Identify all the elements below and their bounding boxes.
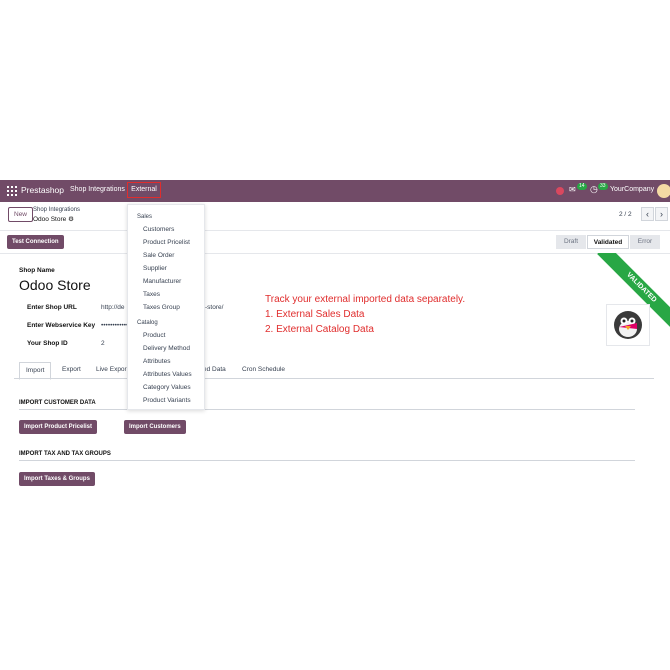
- shop-name-label: Shop Name: [19, 267, 55, 274]
- import-customers-button[interactable]: Import Customers: [124, 420, 186, 434]
- debug-icon[interactable]: [556, 187, 564, 195]
- dropdown-item-sale-order[interactable]: Sale Order: [143, 252, 174, 259]
- dropdown-item-delivery-method[interactable]: Delivery Method: [143, 345, 190, 352]
- top-navbar: Prestashop Shop Integrations External ✉ …: [0, 180, 670, 202]
- prestashop-logo: [606, 304, 650, 346]
- breadcrumb-parent[interactable]: Shop Integrations: [33, 207, 80, 213]
- section-divider: [19, 460, 635, 461]
- shop-id-field[interactable]: 2: [101, 340, 105, 347]
- activity-badge: 33: [598, 183, 608, 190]
- import-tax-heading: IMPORT TAX AND TAX GROUPS: [19, 451, 111, 457]
- annotation-line-1: Track your external imported data separa…: [265, 294, 466, 305]
- shop-id-label: Your Shop ID: [27, 340, 68, 347]
- app-brand[interactable]: Prestashop: [21, 185, 64, 195]
- dropdown-item-taxes-group[interactable]: Taxes Group: [143, 304, 180, 311]
- menu-shop-integrations[interactable]: Shop Integrations: [70, 186, 125, 193]
- external-dropdown-menu: Sales Customers Product Pricelist Sale O…: [127, 204, 205, 410]
- activity-icon[interactable]: ◷: [590, 184, 598, 195]
- shop-url-field[interactable]: http://de: [101, 304, 125, 311]
- dropdown-item-category-values[interactable]: Category Values: [143, 384, 191, 391]
- status-draft[interactable]: Draft: [556, 235, 586, 249]
- section-divider: [19, 409, 635, 410]
- user-avatar[interactable]: [657, 184, 670, 198]
- shop-url-label: Enter Shop URL: [27, 304, 77, 311]
- dropdown-heading-sales: Sales: [137, 214, 153, 220]
- breadcrumb-current-label: Odoo Store: [33, 216, 67, 223]
- shop-url-field-tail: -store/: [205, 304, 224, 311]
- webservice-key-field[interactable]: ••••••••••••: [101, 322, 128, 329]
- status-validated[interactable]: Validated: [587, 235, 629, 249]
- dropdown-item-customers[interactable]: Customers: [143, 226, 174, 233]
- shop-name-field[interactable]: Odoo Store: [19, 277, 91, 293]
- dropdown-item-manufacturer[interactable]: Manufacturer: [143, 278, 181, 285]
- pager-value[interactable]: 2 / 2: [619, 211, 632, 218]
- import-customer-heading: IMPORT CUSTOMER DATA: [19, 400, 96, 406]
- tab-cron-schedule[interactable]: Cron Schedule: [242, 366, 285, 373]
- dropdown-item-taxes[interactable]: Taxes: [143, 291, 160, 298]
- odoo-window: Prestashop Shop Integrations External ✉ …: [0, 180, 670, 490]
- dropdown-item-product[interactable]: Product: [143, 332, 165, 339]
- apps-menu-icon[interactable]: [7, 186, 17, 196]
- breadcrumb-current: Odoo Store ⚙: [33, 215, 74, 223]
- tab-live-export[interactable]: Live Expor: [96, 366, 127, 373]
- company-switcher[interactable]: YourCompany: [610, 186, 654, 193]
- new-button[interactable]: New: [8, 207, 34, 222]
- dropdown-item-supplier[interactable]: Supplier: [143, 265, 167, 272]
- webservice-key-label: Enter Webservice Key: [27, 322, 96, 329]
- tab-export[interactable]: Export: [62, 366, 81, 373]
- import-product-pricelist-button[interactable]: Import Product Pricelist: [19, 420, 98, 434]
- divider: [0, 253, 670, 254]
- tab-imported-data[interactable]: ed Data: [203, 366, 226, 373]
- chat-icon[interactable]: ✉: [569, 185, 576, 194]
- dropdown-item-product-pricelist[interactable]: Product Pricelist: [143, 239, 190, 246]
- annotation-line-2: 1. External Sales Data: [265, 309, 365, 320]
- dropdown-item-attributes-values[interactable]: Attributes Values: [143, 371, 192, 378]
- pager-previous-button[interactable]: ‹: [641, 207, 654, 221]
- test-connection-button[interactable]: Test Connection: [7, 235, 64, 249]
- pager-next-button[interactable]: ›: [655, 207, 668, 221]
- chat-badge: 14: [577, 183, 587, 190]
- divider: [0, 230, 670, 231]
- dropdown-item-attributes[interactable]: Attributes: [143, 358, 170, 365]
- annotation-line-3: 2. External Catalog Data: [265, 324, 374, 335]
- status-error[interactable]: Error: [630, 235, 660, 249]
- import-taxes-groups-button[interactable]: Import Taxes & Groups: [19, 472, 95, 486]
- gear-icon[interactable]: ⚙: [68, 216, 74, 223]
- menu-external[interactable]: External: [127, 182, 161, 198]
- dropdown-heading-catalog: Catalog: [137, 320, 158, 326]
- dropdown-item-product-variants[interactable]: Product Variants: [143, 397, 191, 404]
- tab-divider: [14, 378, 654, 379]
